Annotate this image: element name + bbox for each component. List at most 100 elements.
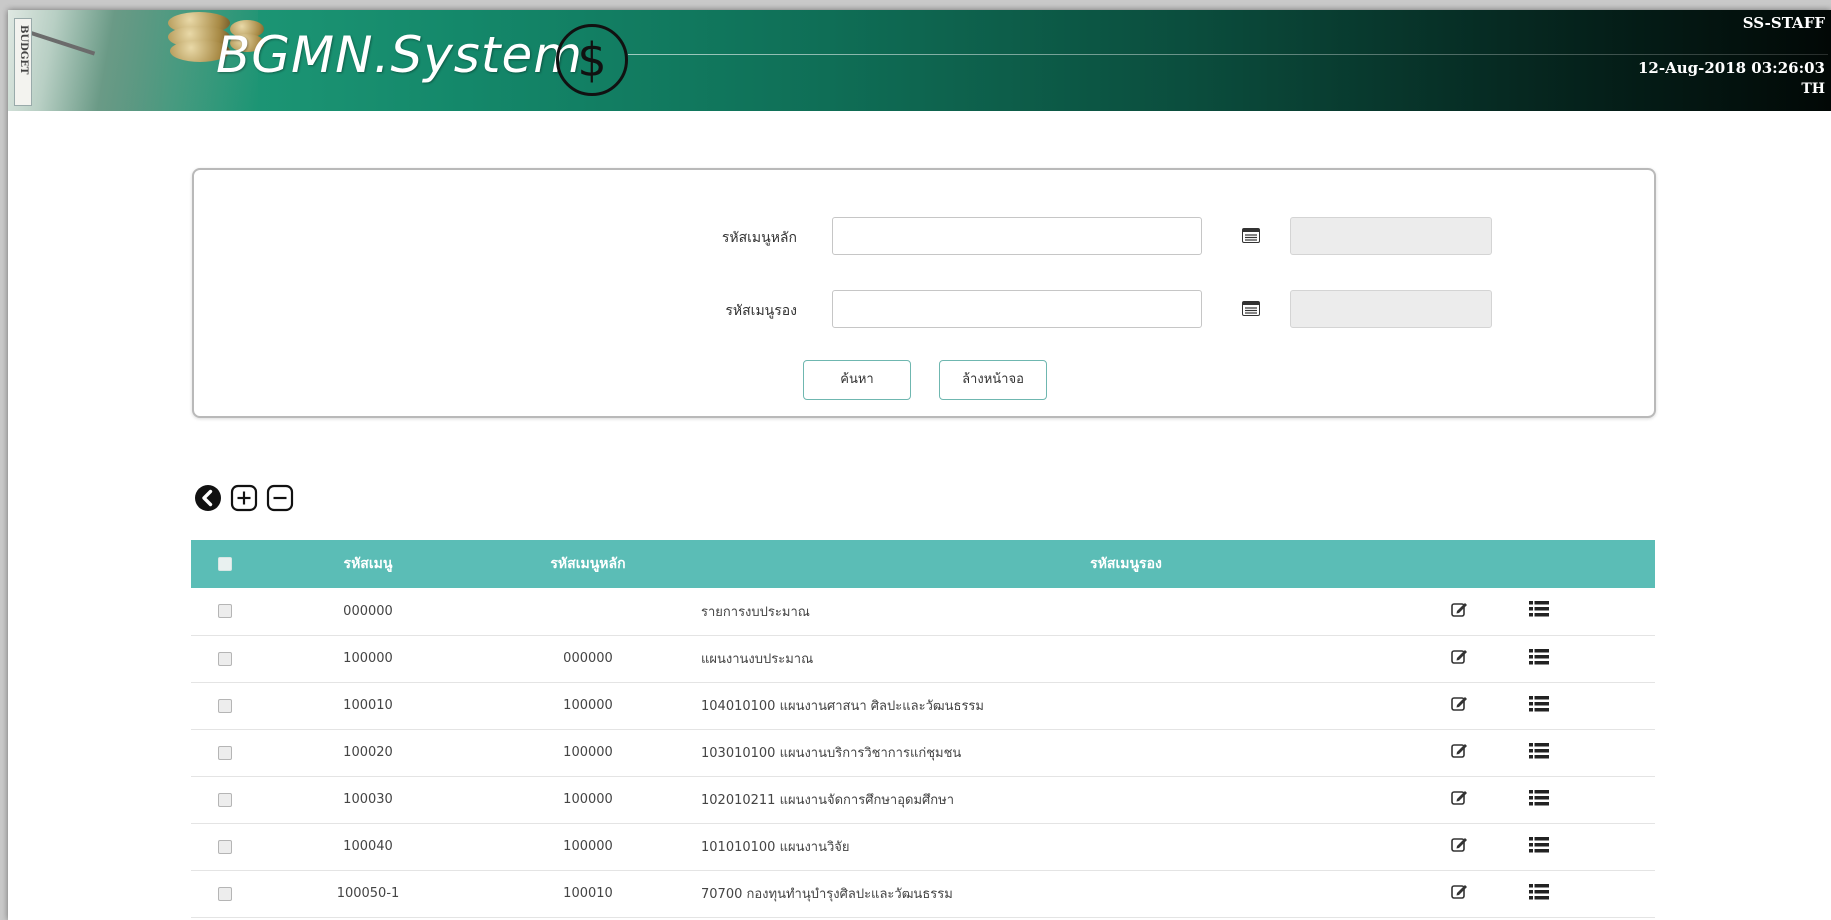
cell-code: 100050-1 [336, 886, 400, 901]
row-checkbox[interactable] [217, 745, 232, 760]
cell-main-code: 100010 [563, 886, 613, 901]
app-title: BGMN.System [216, 26, 583, 84]
current-datetime: 12-Aug-2018 03:26:03 [1637, 59, 1825, 77]
expand-plus-icon[interactable] [230, 484, 258, 512]
cell-sub-code: 104010100 แผนงานศาสนา ศิลปะและวัฒนธรรม [701, 699, 984, 714]
cell-code: 100010 [343, 698, 393, 713]
search-panel: รหัสเมนูหลัก รหัสเมนูรอง ค้นหา ล้างหน้าจ… [192, 168, 1656, 418]
list-icon[interactable] [1529, 789, 1549, 810]
list-icon[interactable] [1529, 601, 1549, 621]
cell-main-code: 100000 [563, 698, 613, 713]
sub-code-label: รหัสเมนูรอง [725, 303, 797, 319]
cell-main-code: 100000 [563, 839, 613, 854]
table-row[interactable]: 100050-1 100010 70700 กองทุนทำนุบำรุงศิลปะ… [191, 870, 1655, 917]
cell-sub-code: 101010100 แผนงานวิจัย [701, 840, 850, 855]
main-code-description [1290, 217, 1492, 255]
row-checkbox-cell [191, 588, 258, 635]
row-spacer [1584, 682, 1655, 729]
select-all-cell [191, 540, 258, 588]
row-edit-cell [1424, 588, 1494, 635]
cell-main-code: 100000 [563, 745, 613, 760]
row-edit-cell [1424, 823, 1494, 870]
edit-icon[interactable] [1450, 695, 1468, 716]
cell-sub-code: แผนงานงบประมาณ [701, 652, 814, 667]
list-icon[interactable] [1529, 836, 1549, 857]
column-header-spacer [1584, 540, 1655, 588]
table-row[interactable]: 000000 รายการงบประมาณ [191, 588, 1655, 635]
main-code-input[interactable] [832, 217, 1202, 255]
select-all-checkbox[interactable] [217, 557, 232, 571]
menu-table: รหัสเมนู รหัสเมนูหลัก รหัสเมนูรอง 000000… [191, 540, 1655, 918]
row-spacer [1584, 776, 1655, 823]
cell-sub-code: 70700 กองทุนทำนุบำรุงศิลปะและวัฒนธรรม [701, 887, 953, 902]
row-edit-cell [1424, 682, 1494, 729]
list-icon[interactable] [1529, 883, 1549, 904]
column-header-sub-code[interactable]: รหัสเมนูรอง [698, 540, 1424, 588]
edit-icon[interactable] [1450, 789, 1468, 810]
collapse-minus-icon[interactable] [266, 484, 294, 512]
user-name: SS-STAFF [1742, 14, 1825, 32]
row-checkbox[interactable] [217, 886, 232, 901]
list-icon[interactable] [1529, 742, 1549, 763]
edit-icon[interactable] [1450, 648, 1468, 669]
search-button[interactable]: ค้นหา [803, 360, 911, 400]
row-detail-cell [1494, 870, 1584, 917]
row-detail-cell [1494, 823, 1584, 870]
table-row[interactable]: 100040 100000 101010100 แผนงานวิจัย [191, 823, 1655, 870]
language-switch[interactable]: TH [1801, 81, 1825, 97]
page: BUDGET BGMN.System $ SS-STAFF 12-Aug-201… [8, 10, 1831, 920]
column-header-edit [1424, 540, 1494, 588]
sub-code-description [1290, 290, 1492, 328]
row-detail-cell [1494, 776, 1584, 823]
cell-main-code: 100000 [563, 792, 613, 807]
row-spacer [1584, 729, 1655, 776]
cell-code: 100030 [343, 792, 393, 807]
sub-code-input[interactable] [832, 290, 1202, 328]
table-row[interactable]: 100010 100000 104010100 แผนงานศาสนา ศิลปะแ… [191, 682, 1655, 729]
row-edit-cell [1424, 635, 1494, 682]
cell-sub-code: 103010100 แผนงานบริการวิชาการแก่ชุมชน [701, 746, 962, 761]
row-checkbox-cell [191, 776, 258, 823]
cell-code: 100000 [343, 651, 393, 666]
row-checkbox[interactable] [217, 792, 232, 807]
sub-code-lookup-icon[interactable] [1242, 301, 1260, 316]
edit-icon[interactable] [1450, 883, 1468, 904]
cell-main-code: 000000 [563, 651, 613, 666]
list-icon[interactable] [1529, 648, 1549, 669]
row-spacer [1584, 635, 1655, 682]
row-checkbox[interactable] [217, 651, 232, 666]
row-spacer [1584, 588, 1655, 635]
main-code-label: รหัสเมนูหลัก [721, 230, 797, 246]
row-checkbox-cell [191, 682, 258, 729]
main-code-lookup-icon[interactable] [1242, 228, 1260, 243]
table-row[interactable]: 100030 100000 102010211 แผนงานจัดการศึกษาอ… [191, 776, 1655, 823]
cell-code: 100020 [343, 745, 393, 760]
row-detail-cell [1494, 729, 1584, 776]
back-circle-icon[interactable] [194, 484, 222, 512]
table-row[interactable]: 100000 000000 แผนงานงบประมาณ [191, 635, 1655, 682]
header-divider [628, 54, 1828, 55]
row-edit-cell [1424, 870, 1494, 917]
budget-label: BUDGET [14, 18, 32, 106]
row-checkbox-cell [191, 729, 258, 776]
list-icon[interactable] [1529, 695, 1549, 716]
edit-icon[interactable] [1450, 836, 1468, 857]
edit-icon[interactable] [1450, 601, 1468, 622]
row-edit-cell [1424, 776, 1494, 823]
row-checkbox[interactable] [217, 604, 232, 619]
row-checkbox[interactable] [217, 698, 232, 713]
table-row[interactable]: 100020 100000 103010100 แผนงานบริการวิชากา… [191, 729, 1655, 776]
cell-sub-code: 102010211 แผนงานจัดการศึกษาอุดมศึกษา [701, 793, 955, 808]
row-checkbox-cell [191, 823, 258, 870]
column-header-detail [1494, 540, 1584, 588]
edit-icon[interactable] [1450, 742, 1468, 763]
row-edit-cell [1424, 729, 1494, 776]
row-spacer [1584, 823, 1655, 870]
column-header-main-code[interactable]: รหัสเมนูหลัก [478, 540, 698, 588]
row-checkbox[interactable] [217, 839, 232, 854]
cell-code: 100040 [343, 839, 393, 854]
clear-button[interactable]: ล้างหน้าจอ [939, 360, 1047, 400]
row-checkbox-cell [191, 635, 258, 682]
column-header-code[interactable]: รหัสเมนู [258, 540, 478, 588]
table-header-row: รหัสเมนู รหัสเมนูหลัก รหัสเมนูรอง [191, 540, 1655, 588]
